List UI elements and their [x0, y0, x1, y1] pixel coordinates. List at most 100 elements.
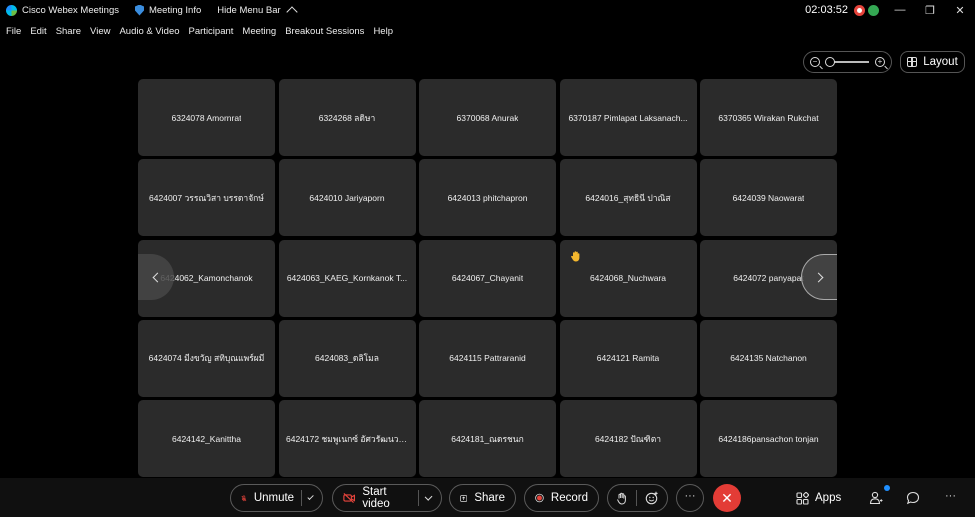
start-video-label: Start video [362, 486, 390, 510]
chevron-down-icon[interactable] [424, 492, 433, 501]
participant-tile[interactable]: 6424135 Natchanon [700, 319, 837, 397]
chat-button[interactable] [906, 484, 920, 512]
meeting-clock: 02:03:52 [805, 4, 848, 16]
participant-name: 6424067_Chayanit [451, 273, 524, 284]
participant-tile[interactable]: 6424067_Chayanit [419, 239, 556, 317]
menu-help[interactable]: Help [373, 26, 393, 37]
participants-button[interactable] [869, 484, 883, 512]
start-video-button[interactable]: Start video [332, 484, 442, 512]
participant-name: 6424068_Nuchwara [589, 273, 667, 284]
chevron-up-icon [285, 6, 298, 18]
record-icon [535, 493, 544, 503]
menu-bar: File Edit Share View Audio & Video Parti… [0, 22, 396, 40]
participant-tile[interactable]: 6424172 ชมพูเนกซ์ อัศวรัฒนวงศ์ [278, 400, 416, 478]
participant-tile[interactable]: 6370068 Anurak [419, 79, 556, 156]
participant-tile[interactable]: 6324078 Amornrat [138, 79, 275, 156]
participant-tile[interactable]: 6324268 ลดิษา [278, 79, 416, 156]
recording-status-icon [854, 4, 865, 16]
app-title: Cisco Webex Meetings [6, 4, 119, 16]
share-button[interactable]: Share [449, 484, 516, 512]
participant-tile[interactable]: 6424083_ดลิโมล [278, 319, 416, 397]
zoom-slider[interactable] [824, 57, 869, 67]
participant-tile[interactable]: 6424010 Jariyaporn [278, 159, 416, 237]
participant-name: 6370068 Anurak [456, 112, 519, 123]
participant-name: 6424172 ชมพูเนกซ์ อัศวรัฒนวงศ์ [286, 433, 408, 444]
chat-icon [906, 491, 920, 505]
participant-name: 6424142_Kanittha [171, 433, 241, 444]
raise-hand-icon[interactable] [616, 492, 628, 505]
chevron-left-icon [152, 272, 163, 282]
participant-name: 6324078 Amornrat [171, 112, 242, 123]
video-off-icon [343, 493, 356, 503]
participant-tile[interactable]: 6424039 Naowarat [700, 159, 837, 237]
participant-tile[interactable]: 6424181_ณดรชนก [419, 400, 556, 478]
menu-share[interactable]: Share [56, 26, 81, 37]
app-name: Cisco Webex Meetings [22, 4, 119, 16]
menu-breakout-sessions[interactable]: Breakout Sessions [285, 26, 364, 37]
chevron-down-icon[interactable] [306, 493, 314, 500]
participant-tile[interactable]: 6424013 phitchapron [419, 159, 556, 237]
share-label: Share [474, 492, 505, 504]
participant-tile[interactable]: 6424016_สุทธินี ปาณิส [559, 159, 697, 237]
participant-name: 6324268 ลดิษา [318, 112, 376, 123]
menu-participant[interactable]: Participant [189, 26, 234, 37]
participants-icon [869, 491, 883, 505]
participant-name: 6424010 Jariyaporn [309, 192, 385, 203]
divider [417, 490, 419, 506]
participant-tile[interactable]: 6424186pansachon tonjan [700, 400, 837, 478]
menu-audio-video[interactable]: Audio & Video [119, 26, 179, 37]
participant-tile[interactable]: 6424074 มีงขวัญ สทิบุณแพร์ผมี [138, 319, 275, 397]
meeting-info-button[interactable]: Meeting Info [134, 4, 202, 16]
meeting-info-label: Meeting Info [148, 4, 202, 16]
participant-tile[interactable]: 6424182 ปัณฑิตา [559, 400, 697, 478]
participant-tile[interactable]: 6424063_KAEG_Kornkanok T... [278, 239, 416, 317]
minimize-button[interactable]: — [885, 0, 915, 20]
unmute-button[interactable]: Unmute [230, 484, 323, 512]
muted-mic-icon [241, 495, 247, 501]
participant-name: 6370365 Wirakan Rukchat [718, 112, 819, 123]
hide-menu-bar-button[interactable]: Hide Menu Bar [217, 4, 298, 18]
participant-name: 6424182 ปัณฑิตา [594, 433, 662, 444]
apps-label: Apps [815, 492, 842, 504]
apps-button[interactable]: Apps [796, 484, 841, 512]
participant-name: 6424013 phitchapron [447, 192, 528, 203]
chevron-right-icon [813, 272, 823, 282]
close-icon: ✕ [721, 489, 733, 506]
zoom-slider-knob[interactable] [824, 57, 835, 67]
participant-tile[interactable]: 6424068_Nuchwara [559, 239, 697, 317]
menu-file[interactable]: File [6, 26, 21, 37]
close-window-button[interactable]: ✕ [945, 0, 975, 20]
zoom-in-icon[interactable]: + [875, 57, 885, 67]
participant-tile[interactable]: 6424121 Ramita [559, 319, 697, 397]
notification-badge [884, 485, 890, 491]
participant-name: 6424062_Kamonchanok [160, 273, 253, 284]
more-icon: ··· [945, 490, 956, 502]
record-button[interactable]: Record [524, 484, 599, 512]
unmute-label: Unmute [253, 492, 295, 504]
record-label: Record [550, 492, 588, 504]
participant-name: 6424074 มีงขวัญ สทิบุณแพร์ผมี [148, 353, 265, 364]
share-screen-icon [460, 494, 468, 502]
reactions-group [607, 484, 668, 512]
grid-layout-icon [907, 57, 918, 67]
layout-button[interactable]: Layout [900, 51, 965, 73]
restore-button[interactable]: ❐ [915, 0, 945, 20]
participant-grid: 6324078 Amornrat 6324268 ลดิษา 6370068 A… [138, 79, 837, 478]
shield-icon [134, 4, 144, 16]
participant-tile[interactable]: 6370365 Wirakan Rukchat [700, 79, 837, 156]
apps-icon [796, 491, 809, 505]
more-options-button[interactable]: ··· [676, 484, 704, 512]
menu-edit[interactable]: Edit [30, 26, 46, 37]
participant-tile[interactable]: 6424115 Pattraranid [419, 319, 556, 397]
participant-tile[interactable]: 6370187 Pimlapat Laksanach... [559, 79, 697, 156]
menu-meeting[interactable]: Meeting [242, 26, 276, 37]
leave-meeting-button[interactable]: ✕ [713, 484, 741, 512]
reactions-icon[interactable] [645, 491, 659, 505]
participant-tile[interactable]: 6424007 วรรณวิสา บรรดาจักษ์ [138, 159, 275, 237]
participant-name: 6424063_KAEG_Kornkanok T... [286, 273, 408, 284]
menu-view[interactable]: View [90, 26, 110, 37]
overflow-menu-button[interactable]: ··· [945, 484, 956, 512]
participant-tile[interactable]: 6424142_Kanittha [138, 400, 275, 478]
hide-menu-bar-label: Hide Menu Bar [217, 4, 281, 16]
zoom-out-icon[interactable]: − [810, 57, 820, 67]
